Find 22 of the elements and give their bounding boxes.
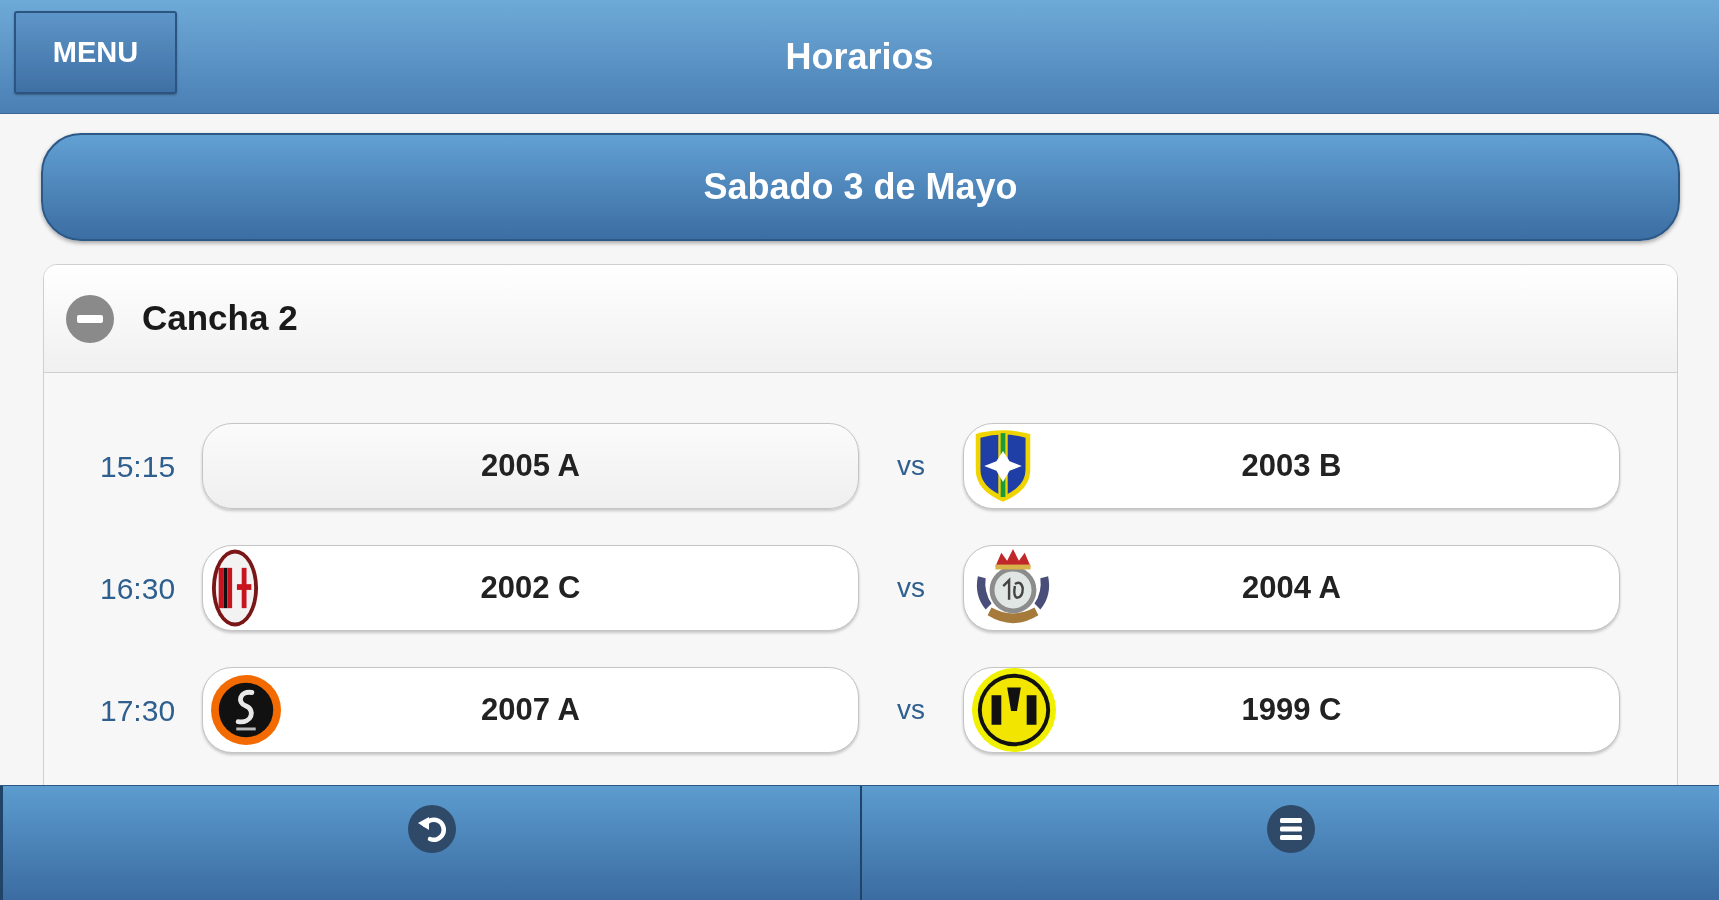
round-crest-icon xyxy=(211,675,281,745)
team-button[interactable]: 2003 B xyxy=(963,423,1620,509)
list-button[interactable] xyxy=(862,786,1719,900)
match-time: 15:15 xyxy=(100,449,176,483)
team-button[interactable]: 2002 C xyxy=(202,545,859,631)
collapsible-header[interactable]: Cancha 2 xyxy=(44,265,1677,373)
round-crest-icon xyxy=(972,668,1056,752)
menu-icon xyxy=(1266,805,1315,853)
page-title: Horarios xyxy=(785,38,934,75)
date-button[interactable]: Sabado 3 de Mayo xyxy=(41,133,1680,241)
versus-label: vs xyxy=(897,571,925,605)
menu-button[interactable]: MENU xyxy=(14,11,177,94)
match-time: 17:30 xyxy=(100,693,176,727)
team-button[interactable]: 2004 A xyxy=(963,545,1620,631)
team-button[interactable]: 2007 A xyxy=(202,667,859,753)
back-button[interactable] xyxy=(0,786,862,900)
oval-crest-icon xyxy=(211,548,259,628)
match-time: 16:30 xyxy=(100,571,176,605)
team-button[interactable]: 2005 A xyxy=(202,423,859,509)
versus-label: vs xyxy=(897,449,925,483)
versus-label: vs xyxy=(897,693,925,727)
team-button[interactable]: 1999 C xyxy=(963,667,1620,753)
